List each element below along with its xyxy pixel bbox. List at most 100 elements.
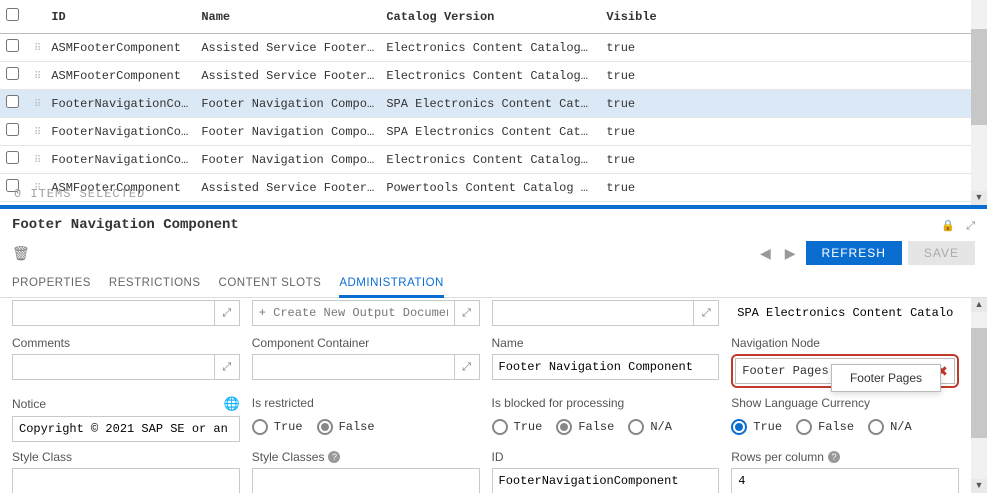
show-lang-currency-na[interactable]: N/A	[868, 419, 912, 435]
navigation-node-dropdown[interactable]: Footer Pages	[831, 364, 941, 392]
tab-restrictions[interactable]: RESTRICTIONS	[109, 271, 201, 297]
row-visible: true	[600, 34, 971, 62]
row-name: Assisted Service Footer Component	[195, 34, 380, 62]
col-header-id[interactable]: ID	[45, 0, 195, 34]
style-class-input[interactable]	[12, 468, 240, 493]
form-scroll-up-arrow[interactable]: ▲	[971, 298, 987, 312]
show-lang-currency-radios: True False N/A	[731, 414, 959, 440]
row-checkbox[interactable]	[6, 151, 19, 164]
id-label: ID	[492, 450, 720, 464]
is-restricted-label: Is restricted	[252, 396, 480, 410]
row-catalog: SPA Electronics Content Catalog : Stag…	[380, 118, 600, 146]
row-name: Footer Navigation Component	[195, 146, 380, 174]
is-restricted-true[interactable]: True	[252, 419, 303, 435]
notice-input[interactable]	[12, 416, 240, 442]
notice-label: Notice	[12, 397, 46, 411]
col-header-visible[interactable]: Visible	[600, 0, 971, 34]
refresh-button[interactable]: REFRESH	[806, 241, 902, 265]
row-grip-icon: ⠿	[34, 128, 39, 139]
tab-administration[interactable]: ADMINISTRATION	[339, 271, 444, 298]
row-id: ASMFooterComponent	[45, 34, 195, 62]
detail-header: Footer Navigation Component 🔒 ⤢	[0, 209, 987, 241]
table-row[interactable]: ⠿ASMFooterComponentAssisted Service Foot…	[0, 174, 971, 202]
rows-per-column-label: Rows per column	[731, 450, 824, 464]
lock-icon[interactable]: 🔒	[941, 220, 955, 232]
table-scrollbar[interactable]: ▼	[971, 0, 987, 205]
row-checkbox[interactable]	[6, 67, 19, 80]
is-restricted-false[interactable]: False	[317, 419, 375, 435]
table-row[interactable]: ⠿FooterNavigationCompone…Footer Navigati…	[0, 146, 971, 174]
expand-icon[interactable]: ⤢	[966, 220, 975, 232]
row-checkbox[interactable]	[6, 123, 19, 136]
style-classes-input[interactable]	[252, 468, 480, 493]
tab-properties[interactable]: PROPERTIES	[12, 271, 91, 297]
row-checkbox[interactable]	[6, 95, 19, 108]
row-id: ASMFooterComponent	[45, 62, 195, 90]
row-id: FooterNavigationCompone…	[45, 146, 195, 174]
is-blocked-false[interactable]: False	[556, 419, 614, 435]
tab-content-slots[interactable]: CONTENT SLOTS	[219, 271, 322, 297]
show-lang-currency-true[interactable]: True	[731, 419, 782, 435]
row-checkbox[interactable]	[6, 39, 19, 52]
form-scroll-down-arrow[interactable]: ▼	[971, 479, 987, 493]
col-header-name[interactable]: Name	[195, 0, 380, 34]
component-container-input[interactable]	[252, 354, 454, 380]
col-header-catalog[interactable]: Catalog Version	[380, 0, 600, 34]
is-restricted-radios: True False	[252, 414, 480, 440]
partial-input-1[interactable]	[12, 300, 214, 326]
partial-input-1-expand-icon[interactable]: ⤢	[214, 300, 240, 326]
form-scrollbar[interactable]: ▲ ▼	[971, 298, 987, 493]
row-visible: true	[600, 174, 971, 202]
save-button: SAVE	[908, 241, 975, 265]
table-row[interactable]: ⠿ ASMFooterComponentAssisted Service Foot…	[0, 34, 971, 62]
detail-toolbar: 🗑 ◀ ▶ REFRESH SAVE	[0, 241, 987, 271]
navigation-node-option[interactable]: Footer Pages	[832, 365, 940, 391]
table-row[interactable]: ⠿ FooterNavigationCompone…Footer Navigati…	[0, 118, 971, 146]
is-blocked-na[interactable]: N/A	[628, 419, 672, 435]
row-name: Footer Navigation Component	[195, 90, 380, 118]
is-blocked-true[interactable]: True	[492, 419, 543, 435]
component-container-expand-icon[interactable]: ⤢	[454, 354, 480, 380]
partial-input-3[interactable]	[492, 300, 694, 326]
row-visible: true	[600, 146, 971, 174]
create-output-doc[interactable]	[252, 300, 454, 326]
show-lang-currency-false[interactable]: False	[796, 419, 854, 435]
table-row[interactable]: ⠿ FooterNavigationCompone…Footer Navigati…	[0, 90, 971, 118]
prev-icon[interactable]: ◀	[756, 245, 775, 262]
row-grip-icon: ⠿	[34, 44, 39, 55]
name-input[interactable]	[492, 354, 720, 380]
detail-title: Footer Navigation Component	[12, 217, 239, 233]
is-blocked-radios: True False N/A	[492, 414, 720, 440]
row-name: Footer Navigation Component	[195, 118, 380, 146]
row-visible: true	[600, 62, 971, 90]
detail-tabs: PROPERTIES RESTRICTIONS CONTENT SLOTS AD…	[0, 271, 987, 298]
scroll-down-arrow[interactable]: ▼	[971, 191, 987, 205]
show-lang-currency-label: Show Language Currency	[731, 396, 959, 410]
style-class-label: Style Class	[12, 450, 240, 464]
partial-catalog-ro	[731, 300, 959, 326]
table-row[interactable]: ⠿ASMFooterComponentAssisted Service Foot…	[0, 62, 971, 90]
comments-input[interactable]	[12, 354, 214, 380]
globe-icon[interactable]: 🌐	[224, 396, 240, 412]
row-name: Assisted Service Footer Component	[195, 174, 380, 202]
comments-expand-icon[interactable]: ⤢	[214, 354, 240, 380]
next-icon[interactable]: ▶	[781, 245, 800, 262]
row-name: Assisted Service Footer Component	[195, 62, 380, 90]
partial-input-3-expand-icon[interactable]: ⤢	[693, 300, 719, 326]
rows-per-column-input[interactable]	[731, 468, 959, 493]
results-table-region: ID Name Catalog Version Visible ⠿ ASMFoot…	[0, 0, 987, 209]
create-output-doc-expand-icon[interactable]: ⤢	[454, 300, 480, 326]
row-visible: true	[600, 118, 971, 146]
row-id: FooterNavigationCompone…	[45, 118, 195, 146]
select-all-checkbox[interactable]	[6, 8, 19, 21]
delete-icon[interactable]: 🗑	[12, 245, 30, 261]
id-input[interactable]	[492, 468, 720, 493]
comments-label: Comments	[12, 336, 240, 350]
style-classes-help-icon[interactable]: ?	[328, 451, 340, 463]
results-table: ID Name Catalog Version Visible ⠿ ASMFoot…	[0, 0, 971, 202]
row-id: FooterNavigationCompone…	[45, 90, 195, 118]
name-label: Name	[492, 336, 720, 350]
rows-per-column-help-icon[interactable]: ?	[828, 451, 840, 463]
row-grip-icon: ⠿	[34, 100, 39, 111]
form-region: ⤢ ⤢ ⤢ Comments ⤢ Comp	[0, 298, 987, 493]
